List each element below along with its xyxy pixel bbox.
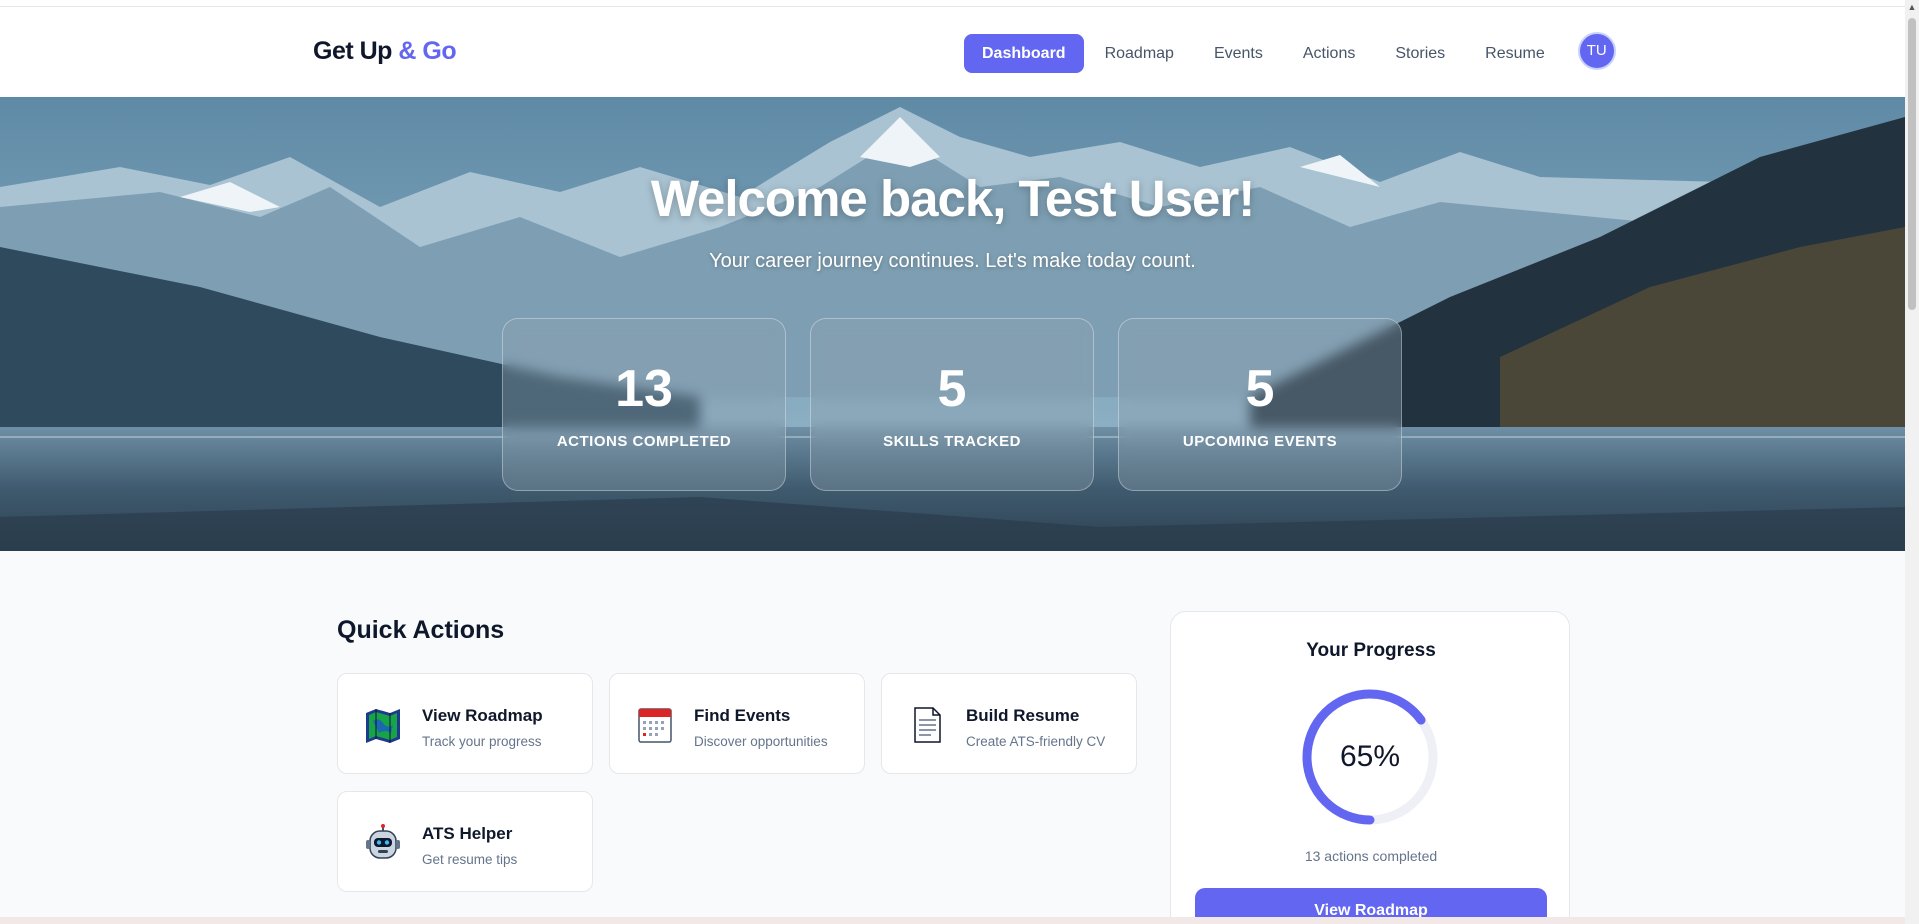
stat-value: 13 — [615, 360, 673, 418]
navbar: Get Up & Go Dashboard Roadmap Events Act… — [0, 7, 1905, 97]
card-subtitle: Create ATS-friendly CV — [966, 734, 1106, 749]
robot-icon — [366, 824, 400, 859]
stat-skills-tracked: 5 SKILLS TRACKED — [810, 318, 1094, 491]
card-subtitle: Discover opportunities — [694, 734, 828, 749]
quick-action-build-resume[interactable]: Build Resume Create ATS-friendly CV — [881, 673, 1137, 774]
welcome-subtitle: Your career journey continues. Let's mak… — [709, 250, 1196, 272]
stat-label: ACTIONS COMPLETED — [556, 433, 732, 450]
nav-dashboard[interactable]: Dashboard — [964, 34, 1084, 73]
stat-value: 5 — [937, 360, 967, 418]
stat-actions-completed: 13 ACTIONS COMPLETED — [502, 318, 786, 491]
progress-card: Your Progress 65% 13 actions completed V… — [1170, 611, 1570, 924]
nav-resume[interactable]: Resume — [1466, 34, 1564, 73]
progress-title: Your Progress — [1306, 640, 1436, 661]
top-border — [0, 0, 1905, 7]
page-scrollbar[interactable]: ▲ — [1905, 0, 1919, 924]
calendar-icon — [638, 708, 672, 743]
card-title: ATS Helper — [422, 824, 513, 843]
stat-upcoming-events: 5 UPCOMING EVENTS — [1118, 318, 1402, 491]
card-title: View Roadmap — [422, 706, 543, 725]
map-icon — [366, 709, 400, 743]
quick-action-view-roadmap[interactable]: View Roadmap Track your progress — [337, 673, 593, 774]
nav-actions[interactable]: Actions — [1284, 34, 1374, 73]
bottom-edge — [0, 917, 1905, 924]
quick-action-ats-helper[interactable]: ATS Helper Get resume tips — [337, 791, 593, 892]
progress-subtitle: 13 actions completed — [1304, 848, 1438, 864]
progress-percent: 65% — [1339, 740, 1401, 773]
brand-logo[interactable]: Get Up & Go — [313, 37, 457, 66]
scroll-up-arrow-icon[interactable]: ▲ — [1905, 2, 1919, 14]
quick-action-find-events[interactable]: Find Events Discover opportunities — [609, 673, 865, 774]
card-subtitle: Track your progress — [422, 734, 542, 749]
card-title: Find Events — [694, 706, 791, 725]
stat-value: 5 — [1245, 360, 1275, 418]
welcome-heading: Welcome back, Test User! — [650, 170, 1255, 227]
nav-roadmap[interactable]: Roadmap — [1086, 34, 1193, 73]
brand-name: Get Up — [313, 37, 392, 65]
user-avatar[interactable]: TU — [1577, 31, 1616, 70]
nav-stories[interactable]: Stories — [1376, 34, 1464, 73]
card-subtitle: Get resume tips — [422, 852, 518, 867]
stats-row: 13 ACTIONS COMPLETED 5 SKILLS TRACKED 5 … — [502, 318, 1426, 491]
stat-label: UPCOMING EVENTS — [1182, 433, 1338, 450]
document-icon — [914, 707, 941, 743]
card-title: Build Resume — [966, 706, 1080, 725]
scrollbar-thumb[interactable] — [1908, 18, 1916, 310]
brand-accent: & Go — [398, 37, 457, 65]
main-nav: Dashboard Roadmap Events Actions Stories… — [964, 31, 1616, 73]
hero-banner: Welcome back, Test User! Your career jou… — [0, 97, 1905, 551]
nav-events[interactable]: Events — [1195, 34, 1282, 73]
stat-label: SKILLS TRACKED — [883, 433, 1021, 450]
quick-actions-heading: Quick Actions — [337, 616, 505, 644]
